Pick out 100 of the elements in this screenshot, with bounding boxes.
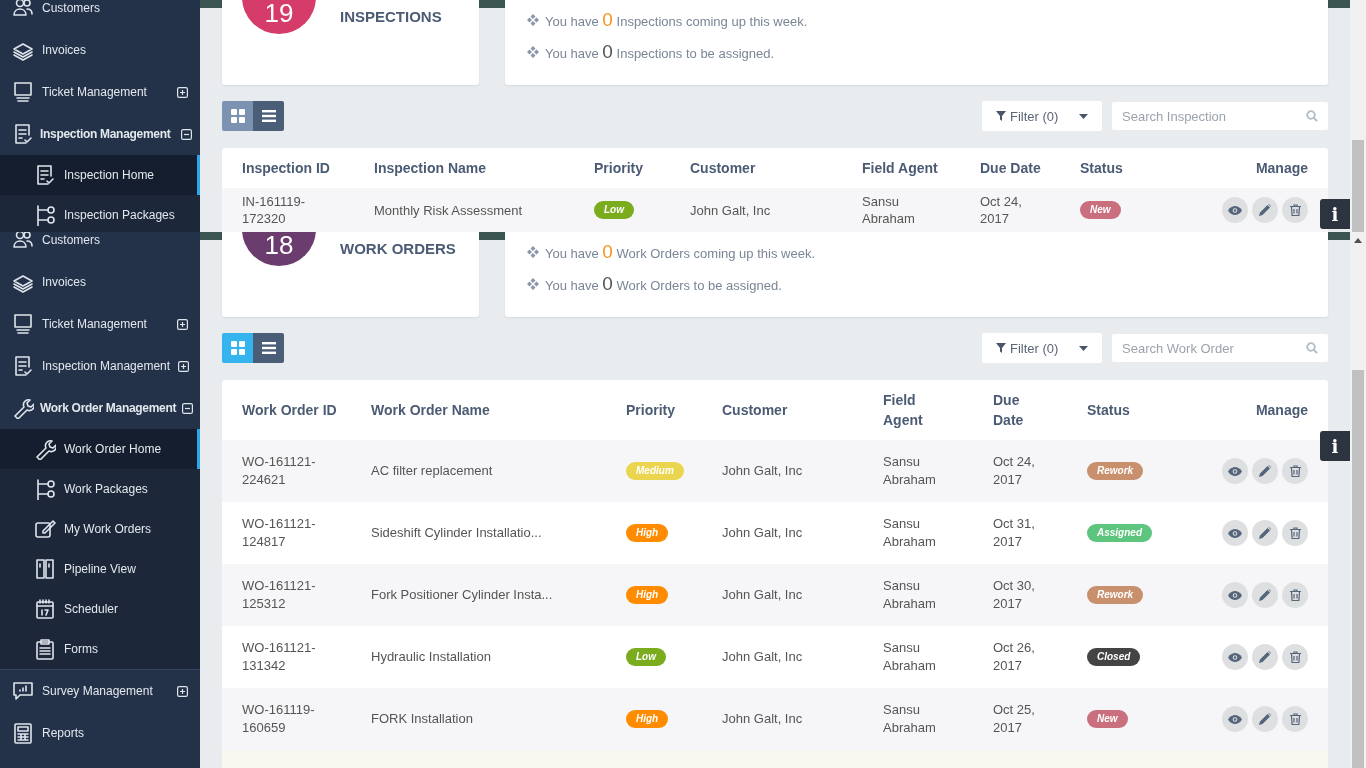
count-circle: 19 (242, 0, 316, 34)
table-cell: WO-161121-124817 (242, 515, 316, 551)
table-cell: IN-161119-172320 (242, 193, 306, 227)
sidebar-item[interactable]: Inspection Management (0, 345, 200, 387)
info-button[interactable]: i (1320, 199, 1350, 229)
edit-button[interactable] (1252, 644, 1278, 670)
sidebar-item[interactable]: Invoices (0, 261, 200, 303)
status-badge: Rework (1087, 462, 1144, 480)
table-cell: Oct 24, 2017 (993, 453, 1035, 489)
status-badge: Rework (1087, 586, 1144, 604)
table-cell: Fork Positioner Cylinder Insta... (371, 586, 553, 604)
priority-badge: High (626, 710, 669, 728)
edit-button[interactable] (1252, 520, 1278, 546)
search-field[interactable]: Search Work Order (1112, 334, 1328, 362)
monitor-icon (12, 313, 34, 335)
sidebar-item[interactable]: Work Packages (0, 469, 200, 509)
info-button[interactable]: i (1320, 431, 1350, 461)
delete-button[interactable] (1282, 706, 1308, 732)
delete-button[interactable] (1282, 644, 1308, 670)
edit-button[interactable] (1252, 582, 1278, 608)
delete-button[interactable] (1282, 458, 1308, 484)
table-cell: WO-161121-131342 (242, 639, 316, 675)
table-cell: Sideshift Cylinder Installatio... (371, 524, 542, 542)
summary-title: INSPECTIONS (340, 8, 442, 26)
view-button[interactable] (1222, 582, 1248, 608)
eye-icon (1228, 205, 1242, 215)
eye-icon (1228, 714, 1242, 724)
sidebar-item[interactable]: Forms (0, 629, 200, 669)
sidebar-item[interactable]: Work Order Home (0, 429, 200, 469)
view-button[interactable] (1222, 520, 1248, 546)
table-cell: John Galt, Inc (722, 524, 803, 542)
grid-view-button[interactable] (222, 101, 253, 131)
table-cell: Oct 30, 2017 (993, 577, 1035, 613)
branch-icon (34, 204, 56, 226)
calculator-icon (12, 722, 34, 744)
status-badge: New (1087, 710, 1128, 728)
sidebar-item[interactable]: Inspection Packages (0, 195, 200, 232)
scrollbar[interactable] (1350, 232, 1366, 768)
sidebar-item[interactable]: Inspection Management (0, 113, 200, 155)
view-button[interactable] (1222, 644, 1248, 670)
edit-icon (34, 518, 56, 540)
pencil-icon (1259, 589, 1271, 601)
checklist-icon (34, 164, 56, 186)
trash-icon (1289, 204, 1301, 216)
diamond-icon (527, 46, 539, 58)
clipboard-icon (34, 638, 56, 660)
pencil-icon (1259, 204, 1271, 216)
edit-button[interactable] (1252, 706, 1278, 732)
column-header: Due Date (993, 391, 1025, 430)
edit-button[interactable] (1252, 458, 1278, 484)
table-cell: Sansu Abraham (883, 515, 936, 551)
summary-text: You have 0 Inspections coming up this week. (545, 9, 808, 31)
column-header: Work Order ID (242, 401, 337, 420)
scroll-up-arrow-icon[interactable] (1354, 238, 1362, 243)
pencil-icon (1259, 465, 1271, 477)
list-view-button[interactable] (253, 333, 284, 363)
sidebar-item[interactable]: Customers (0, 0, 200, 29)
sidebar-item[interactable]: Reports (0, 712, 200, 754)
sidebar-item[interactable]: Survey Management (0, 670, 200, 712)
people-icon (12, 232, 34, 251)
delete-button[interactable] (1282, 582, 1308, 608)
filter-dropdown[interactable]: Filter (0) (982, 101, 1102, 131)
table-cell: Oct 24, 2017 (980, 193, 1022, 227)
delete-button[interactable] (1282, 197, 1308, 223)
view-button[interactable] (1222, 197, 1248, 223)
scrollbar-thumb[interactable] (1352, 140, 1364, 232)
sidebar-item[interactable]: Invoices (0, 29, 200, 71)
monitor-icon (12, 81, 34, 103)
sidebar-item[interactable]: Ticket Management (0, 71, 200, 113)
sidebar-item[interactable]: Customers (0, 232, 200, 261)
table-cell: FORK Installation (371, 710, 473, 728)
sidebar-item[interactable]: Scheduler (0, 589, 200, 629)
scrollbar-thumb[interactable] (1352, 370, 1364, 768)
eye-icon (1228, 528, 1242, 538)
sidebar-item[interactable]: Ticket Management (0, 303, 200, 345)
search-field[interactable]: Search Inspection (1112, 102, 1328, 130)
pencil-icon (1259, 713, 1271, 725)
caret-icon (1079, 113, 1088, 119)
table-cell: John Galt, Inc (722, 462, 803, 480)
columns-icon (34, 558, 56, 580)
column-header: Field Agent (862, 159, 938, 178)
column-header: Field Agent (883, 391, 924, 430)
column-header: Priority (626, 401, 675, 420)
sidebar-item[interactable]: My Work Orders (0, 509, 200, 549)
list-icon (260, 108, 277, 124)
scrollbar[interactable] (1350, 0, 1366, 232)
priority-badge: Medium (626, 462, 684, 480)
filter-dropdown[interactable]: Filter (0) (982, 333, 1102, 363)
sidebar-item[interactable]: Pipeline View (0, 549, 200, 589)
table-cell: Oct 31, 2017 (993, 515, 1035, 551)
sidebar-item[interactable]: Inspection Home (0, 155, 200, 195)
delete-button[interactable] (1282, 520, 1308, 546)
priority-badge: Low (626, 648, 666, 666)
table-cell: WO-161121-224621 (242, 453, 316, 489)
summary-title: WORK ORDERS (340, 240, 456, 258)
edit-button[interactable] (1252, 197, 1278, 223)
view-button[interactable] (1222, 706, 1248, 732)
sidebar-item[interactable]: Work Order Management (0, 387, 200, 429)
list-view-button[interactable] (253, 101, 284, 131)
view-button[interactable] (1222, 458, 1248, 484)
